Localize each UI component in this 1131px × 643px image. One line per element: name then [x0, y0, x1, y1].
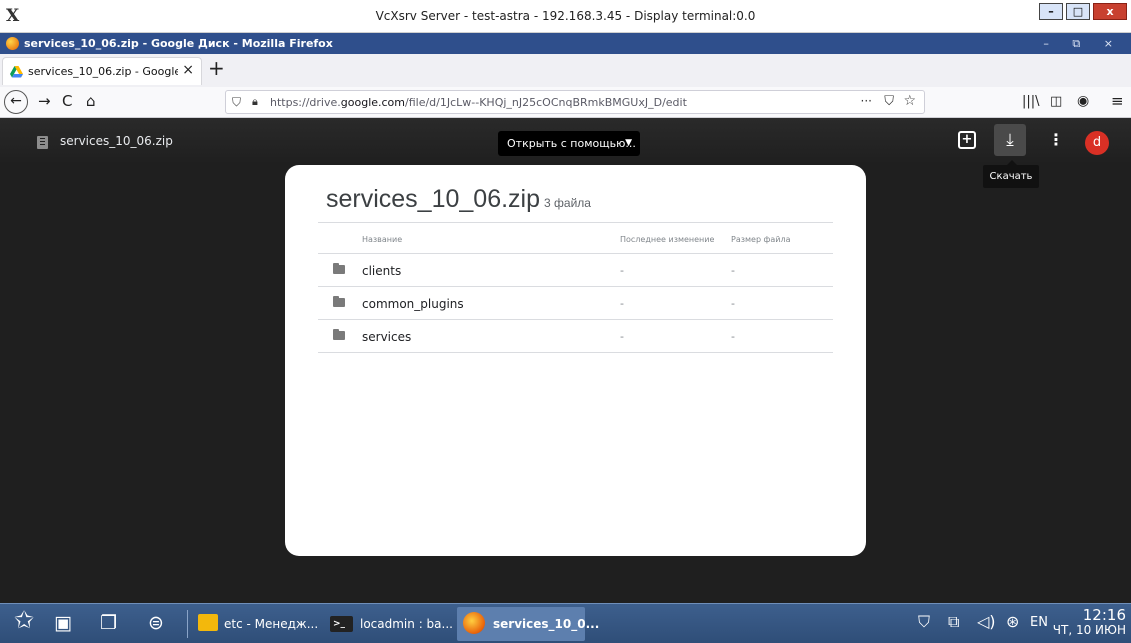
download-icon[interactable]: ⤓: [994, 124, 1026, 156]
task-firefox[interactable]: services_10_0...: [457, 607, 599, 641]
table-row[interactable]: common_plugins - -: [318, 287, 833, 320]
menu-icon[interactable]: ≡: [1111, 92, 1124, 110]
sidebar-icon[interactable]: ◫: [1050, 94, 1062, 109]
task-label: services_10_0...: [493, 617, 600, 631]
url-text[interactable]: https://drive.google.com/file/d/1JcLw--K…: [270, 96, 687, 109]
table-row[interactable]: services - -: [318, 320, 833, 353]
firefox-icon: [6, 37, 19, 50]
terminal-icon: >_: [330, 616, 353, 632]
maximize-button[interactable]: □: [1066, 3, 1090, 20]
firefox-window-title: services_10_06.zip - Google Диск - Mozil…: [24, 37, 333, 50]
row-name: common_plugins: [362, 297, 464, 311]
account-icon[interactable]: ◉: [1077, 93, 1089, 109]
row-size: -: [731, 330, 735, 343]
row-name: services: [362, 330, 412, 344]
home-button[interactable]: ⌂: [86, 92, 96, 110]
firefox-icon: [463, 612, 485, 634]
close-button[interactable]: x: [1093, 3, 1127, 20]
tab-close-icon[interactable]: ×: [182, 62, 194, 78]
library-icon[interactable]: |||\: [1022, 94, 1040, 109]
bookmark-star-icon[interactable]: ☆: [903, 93, 916, 109]
add-to-drive-icon[interactable]: +: [958, 131, 976, 149]
vcxsrv-titlebar[interactable]: X VcXsrv Server - test-astra - 192.168.3…: [0, 0, 1131, 33]
vcxsrv-window-controls: – □ x: [1036, 3, 1127, 20]
new-tab-button[interactable]: +: [208, 56, 225, 80]
table-header: Название Последнее изменение Размер файл…: [318, 222, 833, 254]
column-modified: Последнее изменение: [620, 235, 715, 244]
avatar[interactable]: d: [1085, 131, 1109, 155]
windows-icon[interactable]: ❐: [100, 612, 117, 634]
back-button[interactable]: ←: [4, 90, 28, 114]
download-tooltip: Скачать: [983, 160, 1039, 188]
task-terminal[interactable]: >_ locadmin : ba...: [324, 607, 453, 641]
task-file-manager[interactable]: etc - Менедж...: [192, 607, 320, 641]
tab-label: services_10_06.zip - Google: [28, 65, 178, 78]
file-icon: [37, 136, 48, 149]
navigation-toolbar: ← → C ⌂ ⛉ 🔒︎ https://drive.google.com/fi…: [0, 87, 1131, 118]
task-label: etc - Менедж...: [224, 617, 319, 631]
folder-icon: [333, 296, 345, 307]
back-circle-icon[interactable]: ⊛: [1006, 612, 1019, 631]
tab-strip: services_10_06.zip - Google × +: [0, 54, 1131, 87]
google-drive-icon: [10, 66, 23, 78]
zip-contents-card: services_10_06.zip 3 файла Название После…: [285, 165, 866, 556]
page-actions-button[interactable]: ···: [861, 94, 872, 108]
zip-title: services_10_06.zip 3 файла: [326, 185, 591, 213]
url-bar[interactable]: ⛉ 🔒︎ https://drive.google.com/file/d/1Jc…: [225, 90, 925, 114]
open-with-label: Открыть с помощью...: [507, 137, 636, 150]
firefox-titlebar[interactable]: services_10_06.zip - Google Диск - Mozil…: [0, 33, 1131, 54]
row-size: -: [731, 297, 735, 310]
launcher-icon[interactable]: ⊜: [148, 612, 164, 634]
desktop-icon[interactable]: ▣: [54, 612, 72, 634]
folder-icon: [198, 614, 218, 631]
vcxsrv-window-title: VcXsrv Server - test-astra - 192.168.3.4…: [375, 9, 756, 23]
row-modified: -: [620, 264, 624, 277]
folder-icon: [333, 263, 345, 274]
minimize-button[interactable]: –: [1039, 3, 1063, 20]
table-row[interactable]: clients - -: [318, 254, 833, 287]
open-with-button[interactable]: Открыть с помощью... ▼: [498, 131, 640, 156]
zip-file-count: 3 файла: [544, 196, 591, 210]
column-name: Название: [362, 235, 403, 244]
caret-down-icon: ▼: [625, 138, 632, 148]
drive-viewer: services_10_06.zip Открыть с помощью... …: [0, 118, 1131, 603]
row-modified: -: [620, 330, 624, 343]
start-star-icon[interactable]: ✩: [14, 608, 34, 632]
viewer-file-name: services_10_06.zip: [60, 134, 173, 148]
more-options-icon[interactable]: ⋮: [1048, 130, 1064, 149]
tab-drive[interactable]: services_10_06.zip - Google ×: [2, 57, 202, 85]
pocket-icon[interactable]: ⛉: [884, 94, 894, 109]
viewer-header: services_10_06.zip Открыть с помощью... …: [0, 118, 1131, 164]
row-modified: -: [620, 297, 624, 310]
forward-button[interactable]: →: [38, 92, 51, 110]
firefox-window-controls[interactable]: – ⧉ ×: [1043, 37, 1123, 51]
lock-icon[interactable]: 🔒︎: [252, 95, 258, 109]
clock-time[interactable]: 12:16: [1076, 606, 1126, 624]
clock-date[interactable]: ЧТ, 10 ИЮН: [1040, 623, 1126, 637]
column-size: Размер файла: [731, 235, 791, 244]
folder-icon: [333, 329, 345, 340]
network-icon[interactable]: ⧉: [948, 612, 959, 632]
zip-table: Название Последнее изменение Размер файл…: [318, 222, 833, 353]
shield-icon[interactable]: ⛉: [232, 95, 241, 110]
task-label: locadmin : ba...: [360, 617, 453, 631]
reload-button[interactable]: C: [62, 92, 72, 110]
shield-check-icon[interactable]: ⛉: [918, 612, 930, 632]
taskbar-divider: [187, 610, 188, 638]
row-size: -: [731, 264, 735, 277]
taskbar: ✩ ▣ ❐ ⊜ etc - Менедж... >_ locadmin : ba…: [0, 603, 1131, 643]
volume-icon[interactable]: ◁): [977, 612, 996, 631]
row-name: clients: [362, 264, 402, 278]
